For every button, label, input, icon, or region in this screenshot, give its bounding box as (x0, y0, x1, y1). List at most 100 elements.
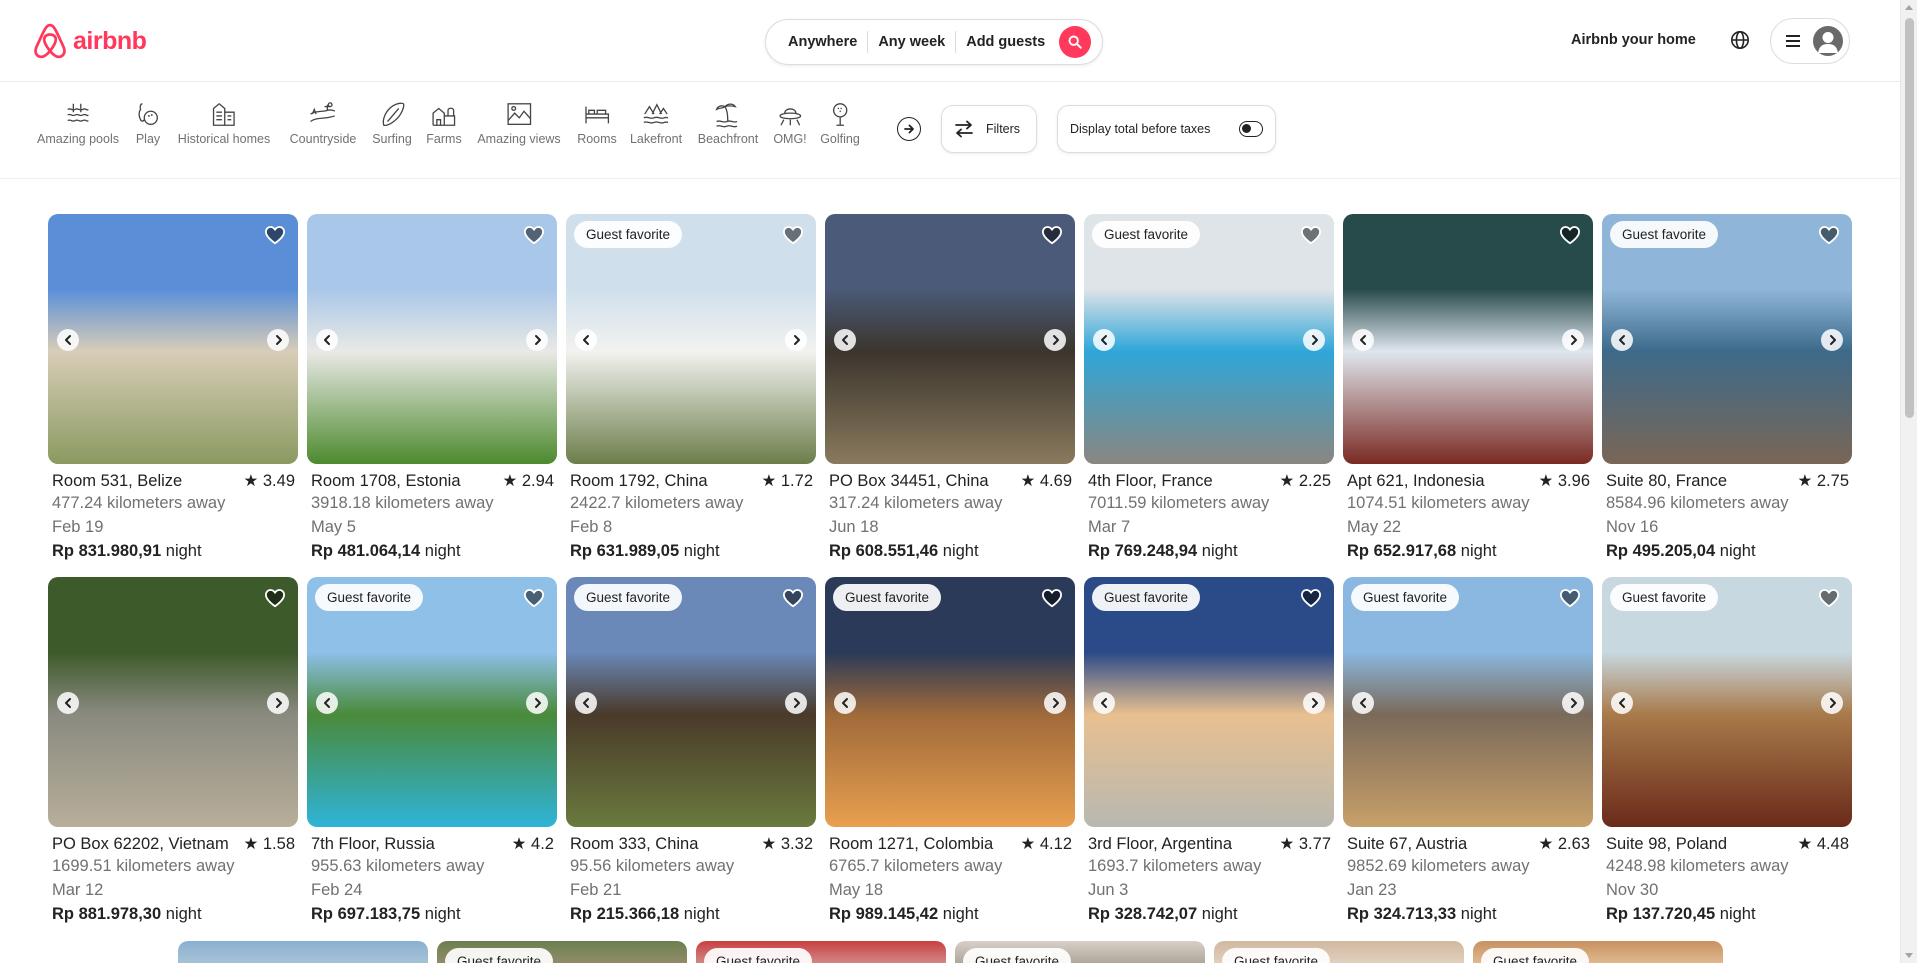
listing-photo[interactable] (1343, 214, 1593, 464)
category-next-button[interactable] (897, 117, 921, 141)
listing-card[interactable]: Guest favorite 7th Floor, Russia ★ 4.2 955.… (307, 577, 557, 940)
photo-prev-button[interactable] (1352, 329, 1374, 351)
category-farms[interactable]: Farms (426, 101, 462, 146)
search-bar[interactable]: Anywhere Any week Add guests (765, 19, 1103, 65)
photo-prev-button[interactable] (316, 329, 338, 351)
listing-photo[interactable]: Guest favorite (1602, 214, 1852, 464)
listing-photo[interactable]: Guest favorite (566, 214, 816, 464)
category-golfing[interactable]: Golfing (820, 101, 860, 146)
photo-prev-button[interactable] (1093, 692, 1115, 714)
save-to-wishlist-button[interactable] (1559, 588, 1581, 613)
category-play[interactable]: Play (134, 101, 162, 146)
category-amazing-pools[interactable]: Amazing pools (37, 101, 119, 146)
photo-prev-button[interactable] (575, 329, 597, 351)
save-to-wishlist-button[interactable] (1300, 588, 1322, 613)
photo-prev-button[interactable] (1093, 329, 1115, 351)
tax-toggle-container[interactable]: Display total before taxes (1057, 105, 1276, 153)
category-historical-homes[interactable]: Historical homes (178, 101, 270, 146)
save-to-wishlist-button[interactable] (1818, 225, 1840, 250)
listing-card[interactable]: Room 531, Belize ★ 3.49 477.24 kilometers … (48, 214, 298, 577)
photo-prev-button[interactable] (1352, 692, 1374, 714)
photo-next-button[interactable] (1303, 692, 1325, 714)
photo-next-button[interactable] (267, 692, 289, 714)
photo-prev-button[interactable] (1611, 329, 1633, 351)
photo-next-button[interactable] (1821, 329, 1843, 351)
photo-prev-button[interactable] (57, 692, 79, 714)
airbnb-your-home-link[interactable]: Airbnb your home (1571, 32, 1696, 48)
photo-next-button[interactable] (785, 329, 807, 351)
category-lakefront[interactable]: Lakefront (630, 101, 682, 146)
listing-photo[interactable]: Guest favorite (566, 577, 816, 827)
scrollbar-thumb[interactable] (1905, 18, 1914, 418)
photo-next-button[interactable] (1562, 329, 1584, 351)
save-to-wishlist-button[interactable] (264, 225, 286, 250)
listing-card[interactable]: Guest favorite 4th Floor, France ★ 2.25 701… (1084, 214, 1334, 577)
category-omg[interactable]: OMG! (773, 101, 807, 146)
listing-card[interactable]: Guest favorite Room 1792, China ★ 1.72 2422… (566, 214, 816, 577)
listing-card[interactable]: Guest favorite Room 1271, Colombia ★ 4.12 6… (825, 577, 1075, 940)
listing-photo[interactable] (307, 214, 557, 464)
listing-card[interactable]: Guest favorite 3rd Floor, Argentina ★ 3.77… (1084, 577, 1334, 940)
photo-prev-button[interactable] (834, 692, 856, 714)
photo-next-button[interactable] (526, 692, 548, 714)
listing-card[interactable]: Apt 621, Indonesia ★ 3.96 1074.51 kilomete… (1343, 214, 1593, 577)
search-button[interactable] (1059, 26, 1092, 58)
search-any-week[interactable]: Any week (868, 31, 957, 53)
filters-button[interactable]: Filters (941, 105, 1037, 153)
photo-next-button[interactable] (1562, 692, 1584, 714)
listing-photo-partial[interactable]: Guest favorite (437, 941, 687, 963)
listing-photo[interactable]: Guest favorite (307, 577, 557, 827)
scroll-down-arrow[interactable] (1905, 953, 1913, 958)
listing-photo[interactable] (48, 577, 298, 827)
save-to-wishlist-button[interactable] (782, 588, 804, 613)
save-to-wishlist-button[interactable] (1041, 225, 1063, 250)
listing-photo[interactable]: Guest favorite (825, 577, 1075, 827)
save-to-wishlist-button[interactable] (1300, 225, 1322, 250)
search-add-guests[interactable]: Add guests (956, 31, 1059, 53)
listing-photo-partial[interactable]: Guest favorite (955, 941, 1205, 963)
photo-prev-button[interactable] (575, 692, 597, 714)
listing-photo-partial[interactable]: Guest favorite (1473, 941, 1723, 963)
listing-photo[interactable]: Guest favorite (1084, 214, 1334, 464)
tax-toggle-switch[interactable] (1239, 121, 1263, 137)
listing-photo[interactable] (825, 214, 1075, 464)
listing-card[interactable]: PO Box 62202, Vietnam ★ 1.58 1699.51 kilom… (48, 577, 298, 940)
photo-next-button[interactable] (1044, 692, 1066, 714)
listing-photo[interactable] (48, 214, 298, 464)
listing-photo-partial[interactable]: Guest favorite (696, 941, 946, 963)
listing-card[interactable]: Guest favorite Suite 98, Poland ★ 4.48 4248… (1602, 577, 1852, 940)
photo-next-button[interactable] (785, 692, 807, 714)
listing-card[interactable]: Room 1708, Estonia ★ 2.94 3918.18 kilomete… (307, 214, 557, 577)
photo-next-button[interactable] (267, 329, 289, 351)
save-to-wishlist-button[interactable] (782, 225, 804, 250)
listing-photo-partial[interactable] (178, 941, 428, 963)
photo-prev-button[interactable] (1611, 692, 1633, 714)
photo-next-button[interactable] (526, 329, 548, 351)
photo-next-button[interactable] (1303, 329, 1325, 351)
listing-card[interactable]: Guest favorite Suite 67, Austria ★ 2.63 985… (1343, 577, 1593, 940)
category-amazing-views[interactable]: Amazing views (477, 101, 561, 146)
listing-photo-partial[interactable]: Guest favorite (1214, 941, 1464, 963)
listing-photo[interactable]: Guest favorite (1343, 577, 1593, 827)
save-to-wishlist-button[interactable] (1818, 588, 1840, 613)
listing-card[interactable]: Guest favorite Suite 80, France ★ 2.75 8584… (1602, 214, 1852, 577)
save-to-wishlist-button[interactable] (523, 588, 545, 613)
search-anywhere[interactable]: Anywhere (782, 31, 869, 53)
page-scrollbar[interactable] (1900, 0, 1917, 963)
photo-prev-button[interactable] (834, 329, 856, 351)
category-surfing[interactable]: Surfing (372, 101, 412, 146)
save-to-wishlist-button[interactable] (523, 225, 545, 250)
save-to-wishlist-button[interactable] (264, 588, 286, 613)
photo-prev-button[interactable] (316, 692, 338, 714)
save-to-wishlist-button[interactable] (1559, 225, 1581, 250)
category-rooms[interactable]: Rooms (577, 101, 617, 146)
photo-next-button[interactable] (1044, 329, 1066, 351)
photo-next-button[interactable] (1821, 692, 1843, 714)
scroll-up-arrow[interactable] (1905, 5, 1913, 10)
listing-photo[interactable]: Guest favorite (1602, 577, 1852, 827)
save-to-wishlist-button[interactable] (1041, 588, 1063, 613)
photo-prev-button[interactable] (57, 329, 79, 351)
category-beachfront[interactable]: Beachfront (698, 101, 758, 146)
language-button[interactable] (1730, 30, 1750, 55)
listing-card[interactable]: Guest favorite Room 333, China ★ 3.32 95.56… (566, 577, 816, 940)
